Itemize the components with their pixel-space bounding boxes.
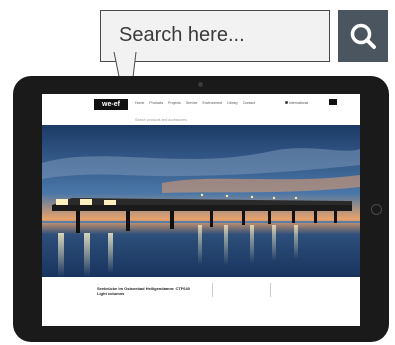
tablet-screen: we-ef Home Products Projects Service Env… [42,94,360,326]
project-info: · Seebrücke im Ostseebad Heiligendamm: C… [42,277,360,326]
nav-item[interactable]: Home [135,101,144,105]
main-nav: Home Products Projects Service Environme… [135,101,255,105]
search-callout[interactable]: Search here... [100,10,330,62]
search-icon [350,23,376,49]
nav-item[interactable]: Products [149,101,163,105]
nav-item[interactable]: Contact [243,101,255,105]
camera [198,82,203,87]
search-callout-text: Search here... [119,24,245,46]
cart-icon[interactable] [329,99,337,105]
globe-icon [285,101,288,104]
divider [270,283,271,297]
home-button[interactable] [371,204,382,215]
nav-item[interactable]: Environment [202,101,222,105]
divider [212,283,213,297]
nav-item[interactable]: Library [227,101,238,105]
nav-item[interactable]: Projects [168,101,181,105]
language-selector[interactable]: International [289,101,308,105]
search-button[interactable] [338,10,388,62]
site-header: we-ef Home Products Projects Service Env… [42,94,360,116]
tablet-frame: we-ef Home Products Projects Service Env… [13,76,389,342]
project-label: · [97,281,98,285]
search-hint[interactable]: Search products and accessories [135,118,187,122]
nav-item[interactable]: Service [186,101,198,105]
project-title: Seebrücke im Ostseebad Heiligendamm: CTF… [97,286,207,296]
hero-image [42,125,360,277]
brand-logo[interactable]: we-ef [94,99,128,110]
project-title-line2: Light columns [97,291,125,296]
